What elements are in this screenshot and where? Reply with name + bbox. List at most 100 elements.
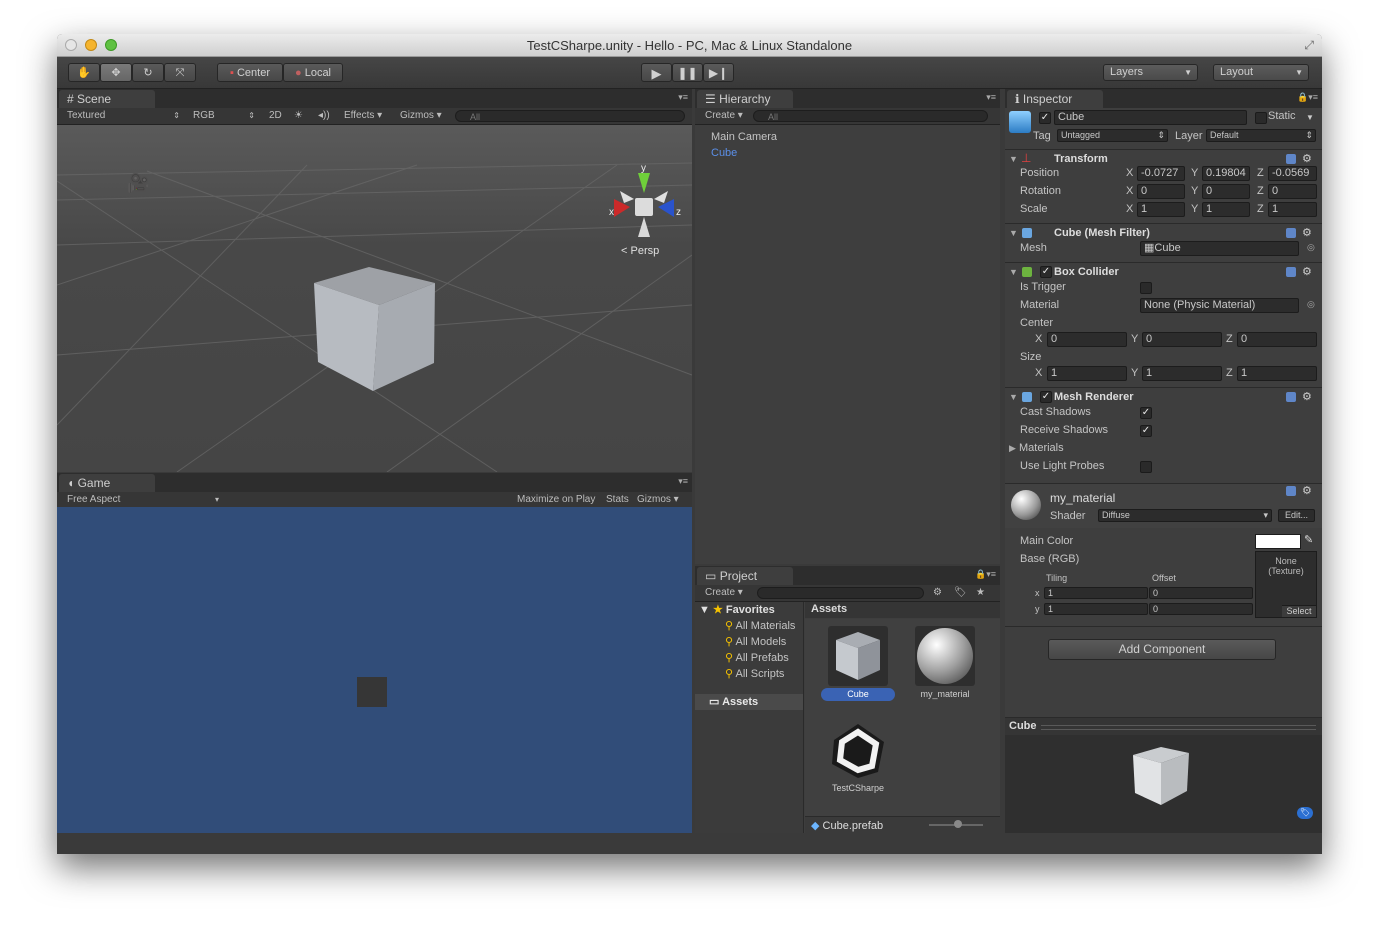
shader-edit-button[interactable]: Edit...	[1278, 509, 1315, 522]
tab-game[interactable]: ◖ Game	[59, 474, 155, 492]
mesh-field[interactable]: ▦Cube	[1140, 241, 1299, 256]
rotation-x-field[interactable]: 0	[1137, 184, 1185, 199]
preview-area[interactable]: 🏷	[1005, 735, 1322, 833]
panel-menu-icon[interactable]: ▾≡	[678, 92, 688, 103]
camera-gizmo-icon[interactable]: 🎥	[127, 173, 149, 194]
layer-dropdown[interactable]: Default ⇕	[1206, 129, 1316, 142]
panel-menu-icon[interactable]: ▾≡	[678, 476, 688, 487]
offset-y-field[interactable]: 0	[1149, 603, 1253, 615]
pivot-center-button[interactable]: ▪ Center	[217, 63, 283, 82]
scene-viewport[interactable]: 🎥 y x z < Persp	[57, 125, 692, 472]
game-viewport[interactable]	[57, 507, 692, 833]
asset-material-thumbnail[interactable]	[915, 626, 975, 686]
is-trigger-checkbox[interactable]	[1140, 282, 1152, 294]
maximize-on-play-toggle[interactable]: Maximize on Play	[517, 492, 595, 508]
rotation-y-field[interactable]: 0	[1202, 184, 1250, 199]
help-book-icon[interactable]	[1286, 154, 1296, 164]
layers-dropdown[interactable]: Layers ▼	[1103, 64, 1198, 81]
2d-toggle[interactable]: 2D	[269, 108, 282, 124]
component-gear-icon[interactable]: ⚙	[1302, 226, 1312, 239]
favorite-all-scripts[interactable]: ⚲ All Scripts	[725, 667, 784, 680]
rotation-z-field[interactable]: 0	[1268, 184, 1317, 199]
project-create-dropdown[interactable]: Create ▾	[705, 585, 743, 601]
lighting-toggle-icon[interactable]: ☀	[294, 108, 303, 124]
asset-script-thumbnail[interactable]	[828, 720, 888, 780]
static-checkbox[interactable]	[1255, 112, 1267, 124]
zoom-slider-handle[interactable]	[954, 820, 962, 828]
hierarchy-create-dropdown[interactable]: Create ▾	[705, 108, 743, 124]
size-y-field[interactable]: 1	[1142, 366, 1222, 381]
aspect-dropdown[interactable]: Free Aspect ▾	[67, 492, 219, 508]
audio-toggle-icon[interactable]: ◂))	[318, 108, 330, 124]
static-dropdown-icon[interactable]: ▼	[1306, 113, 1314, 122]
move-tool-button[interactable]: ✥	[100, 63, 132, 82]
panel-menu-icon[interactable]: 🔒▾≡	[975, 569, 996, 580]
favorites-node[interactable]: ▼ ★ Favorites	[699, 603, 775, 616]
tab-scene[interactable]: # Scene	[59, 90, 155, 108]
game-gizmos-dropdown[interactable]: Gizmos ▾	[637, 492, 679, 508]
add-component-button[interactable]: Add Component	[1048, 639, 1276, 660]
size-z-field[interactable]: 1	[1237, 366, 1317, 381]
center-z-field[interactable]: 0	[1237, 332, 1317, 347]
shader-dropdown[interactable]: Diffuse ▾	[1098, 509, 1272, 522]
component-gear-icon[interactable]: ⚙	[1302, 484, 1312, 497]
pivot-local-button[interactable]: ● Local	[283, 63, 343, 82]
mesh-filter-header[interactable]: ▼ Cube (Mesh Filter) ⚙	[1005, 223, 1322, 242]
asset-labels-tag-icon[interactable]: 🏷	[1297, 807, 1313, 819]
pause-button[interactable]: ❚❚	[672, 63, 703, 82]
hierarchy-item-main-camera[interactable]: Main Camera	[711, 131, 777, 143]
preview-drag-handle[interactable]	[1041, 725, 1316, 730]
object-picker-icon[interactable]: ◎	[1307, 242, 1315, 253]
scale-tool-button[interactable]: ⤧	[164, 63, 196, 82]
materials-foldout[interactable]: ▶ Materials	[1009, 442, 1064, 454]
hierarchy-item-cube[interactable]: Cube	[711, 147, 737, 159]
main-color-swatch[interactable]	[1255, 534, 1301, 549]
component-gear-icon[interactable]: ⚙	[1302, 152, 1312, 165]
asset-cube-thumbnail[interactable]	[828, 626, 888, 686]
tab-inspector[interactable]: ℹ Inspector	[1007, 90, 1103, 108]
texture-slot[interactable]: None (Texture) Select	[1255, 551, 1317, 618]
step-button[interactable]: ▶❙	[703, 63, 734, 82]
tab-project[interactable]: ▭ Project	[697, 567, 793, 585]
asset-cube-label[interactable]: Cube	[821, 688, 895, 701]
hierarchy-search-input[interactable]: All	[753, 110, 988, 122]
cast-shadows-checkbox[interactable]: ✓	[1140, 407, 1152, 419]
hand-tool-button[interactable]: ✋	[68, 63, 100, 82]
object-name-field[interactable]: Cube	[1054, 110, 1247, 125]
component-gear-icon[interactable]: ⚙	[1302, 390, 1312, 403]
stats-toggle[interactable]: Stats	[606, 492, 629, 508]
position-z-field[interactable]: -0.0569	[1268, 166, 1317, 181]
help-book-icon[interactable]	[1286, 228, 1296, 238]
scale-y-field[interactable]: 1	[1202, 202, 1250, 217]
offset-x-field[interactable]: 0	[1149, 587, 1253, 599]
filter-by-type-icon[interactable]: ⚙	[933, 585, 942, 601]
rotate-tool-button[interactable]: ↻	[132, 63, 164, 82]
tiling-x-field[interactable]: 1	[1044, 587, 1148, 599]
scene-gizmos-dropdown[interactable]: Gizmos ▾	[400, 108, 442, 124]
favorite-all-prefabs[interactable]: ⚲ All Prefabs	[725, 651, 789, 664]
effects-dropdown[interactable]: Effects ▾	[344, 108, 382, 124]
fullscreen-icon[interactable]: ⤢	[1304, 38, 1314, 53]
favorite-all-models[interactable]: ⚲ All Models	[725, 635, 786, 648]
texture-select-button[interactable]: Select	[1282, 605, 1316, 617]
favorite-star-icon[interactable]: ★	[976, 585, 985, 601]
cube-object[interactable]	[307, 267, 447, 407]
project-search-input[interactable]	[757, 587, 924, 599]
size-x-field[interactable]: 1	[1047, 366, 1127, 381]
center-y-field[interactable]: 0	[1142, 332, 1222, 347]
panel-menu-icon[interactable]: ▾≡	[986, 92, 996, 103]
scene-search-input[interactable]: All	[455, 110, 685, 122]
position-y-field[interactable]: 0.19804	[1202, 166, 1250, 181]
help-book-icon[interactable]	[1286, 267, 1296, 277]
panel-menu-icon[interactable]: 🔒▾≡	[1297, 92, 1318, 103]
tab-hierarchy[interactable]: ☰ Hierarchy	[697, 90, 793, 108]
asset-material-label[interactable]: my_material	[905, 689, 985, 699]
render-mode-dropdown[interactable]: Textured ⇕	[67, 108, 180, 124]
preview-header[interactable]: Cube	[1005, 717, 1322, 736]
favorite-all-materials[interactable]: ⚲ All Materials	[725, 619, 795, 632]
active-checkbox[interactable]: ✓	[1039, 112, 1051, 124]
box-collider-header[interactable]: ▼ ✓ Box Collider ⚙	[1005, 262, 1322, 281]
perspective-toggle[interactable]: < Persp	[621, 245, 659, 257]
help-book-icon[interactable]	[1286, 392, 1296, 402]
filter-by-label-icon[interactable]: 🏷	[954, 585, 967, 601]
